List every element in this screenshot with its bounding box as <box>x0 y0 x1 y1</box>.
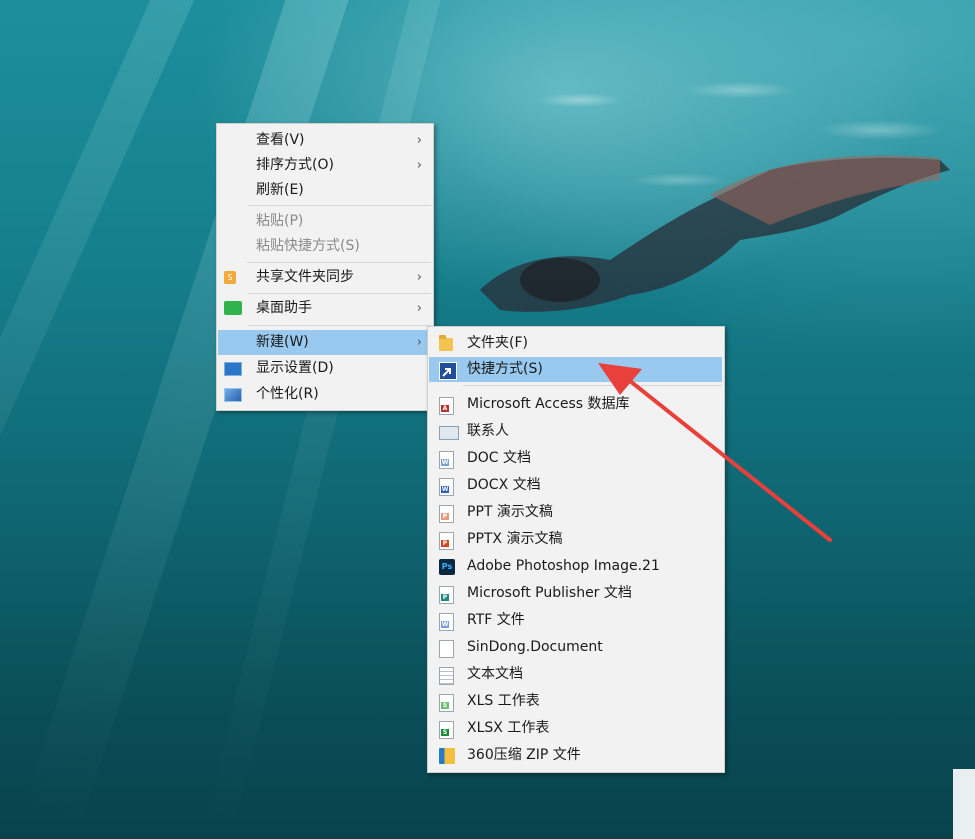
menu-item-label: XLSX 工作表 <box>467 720 550 736</box>
corner-watermark <box>953 769 975 839</box>
submenu-arrow-icon: › <box>416 270 422 285</box>
photoshop-icon: Ps <box>439 559 455 575</box>
submenu-item-folder[interactable]: 文件夹(F) <box>429 331 723 356</box>
submenu-arrow-icon: › <box>416 133 422 148</box>
contact-icon <box>439 426 459 440</box>
submenu-arrow-icon: › <box>416 158 422 173</box>
menu-item-label: Adobe Photoshop Image.21 <box>467 558 660 574</box>
submenu-arrow-icon: › <box>416 335 422 350</box>
menu-separator <box>247 205 431 206</box>
access-file-icon: A <box>439 397 454 415</box>
desktop-context-menu: 查看(V) › 排序方式(O) › 刷新(E) 粘贴(P) 粘贴快捷方式(S) … <box>216 123 434 411</box>
doc-file-icon: W <box>439 451 454 469</box>
menu-item-label: PPT 演示文稿 <box>467 504 553 520</box>
display-icon <box>224 362 242 376</box>
rtf-file-icon: W <box>439 613 454 631</box>
menu-item-display-settings[interactable]: 显示设置(D) <box>218 356 432 381</box>
submenu-item-sindong-document[interactable]: SinDong.Document <box>429 635 723 660</box>
menu-item-label: 粘贴(P) <box>256 213 304 229</box>
menu-item-label: 360压缩 ZIP 文件 <box>467 747 581 763</box>
menu-item-label: 文件夹(F) <box>467 335 528 351</box>
menu-item-personalize[interactable]: 个性化(R) <box>218 382 432 407</box>
menu-item-label: 快捷方式(S) <box>467 361 543 377</box>
shortcut-icon <box>439 362 457 380</box>
menu-item-label: PPTX 演示文稿 <box>467 531 563 547</box>
menu-item-refresh[interactable]: 刷新(E) <box>218 178 432 203</box>
menu-item-label: DOCX 文档 <box>467 477 541 493</box>
submenu-item-photoshop[interactable]: Ps Adobe Photoshop Image.21 <box>429 554 723 579</box>
ppt-file-icon: P <box>439 505 454 523</box>
blank-file-icon <box>439 640 454 658</box>
zip-archive-icon <box>439 748 455 764</box>
menu-separator <box>247 325 431 326</box>
menu-item-label: Microsoft Publisher 文档 <box>467 585 632 601</box>
menu-separator <box>247 293 431 294</box>
menu-item-label: XLS 工作表 <box>467 693 540 709</box>
menu-item-shared-folder-sync[interactable]: S 共享文件夹同步 › <box>218 265 432 290</box>
xlsx-file-icon: S <box>439 721 454 739</box>
menu-item-sort-by[interactable]: 排序方式(O) › <box>218 153 432 178</box>
submenu-item-xls[interactable]: S XLS 工作表 <box>429 689 723 714</box>
folder-icon <box>439 335 453 351</box>
menu-separator <box>247 262 431 263</box>
menu-item-label: 粘贴快捷方式(S) <box>256 238 360 254</box>
submenu-item-xlsx[interactable]: S XLSX 工作表 <box>429 716 723 741</box>
submenu-arrow-icon: › <box>416 301 422 316</box>
submenu-item-360-zip[interactable]: 360压缩 ZIP 文件 <box>429 743 723 768</box>
menu-item-new[interactable]: 新建(W) › <box>218 330 432 355</box>
share-sync-icon: S <box>224 271 236 284</box>
menu-item-label: RTF 文件 <box>467 612 525 628</box>
submenu-item-rtf[interactable]: W RTF 文件 <box>429 608 723 633</box>
menu-item-label: 文本文档 <box>467 666 523 682</box>
menu-item-label: 刷新(E) <box>256 182 304 198</box>
swimmer-wallpaper-figure <box>480 155 950 312</box>
text-file-icon <box>439 667 454 685</box>
xls-file-icon: S <box>439 694 454 712</box>
menu-item-label: 显示设置(D) <box>256 360 334 376</box>
desktop-background[interactable]: 查看(V) › 排序方式(O) › 刷新(E) 粘贴(P) 粘贴快捷方式(S) … <box>0 0 975 839</box>
menu-item-label: SinDong.Document <box>467 639 603 655</box>
menu-item-label: 查看(V) <box>256 132 305 148</box>
menu-item-view[interactable]: 查看(V) › <box>218 128 432 153</box>
pptx-file-icon: P <box>439 532 454 550</box>
menu-item-paste-shortcut: 粘贴快捷方式(S) <box>218 234 432 259</box>
menu-item-paste: 粘贴(P) <box>218 209 432 234</box>
desktop-assistant-icon <box>224 301 242 315</box>
menu-item-label: DOC 文档 <box>467 450 532 466</box>
menu-item-desktop-assistant[interactable]: 桌面助手 › <box>218 296 432 321</box>
menu-item-label: 桌面助手 <box>256 300 312 316</box>
submenu-item-text-document[interactable]: 文本文档 <box>429 662 723 687</box>
publisher-file-icon: P <box>439 586 454 604</box>
menu-item-label: 联系人 <box>467 423 509 439</box>
annotation-arrow-icon <box>598 363 832 542</box>
submenu-item-publisher[interactable]: P Microsoft Publisher 文档 <box>429 581 723 606</box>
menu-item-label: 新建(W) <box>256 334 309 350</box>
menu-item-label: 个性化(R) <box>256 386 319 402</box>
menu-item-label: 共享文件夹同步 <box>256 269 354 285</box>
menu-item-label: 排序方式(O) <box>256 157 334 173</box>
personalize-icon <box>224 388 242 402</box>
docx-file-icon: W <box>439 478 454 496</box>
